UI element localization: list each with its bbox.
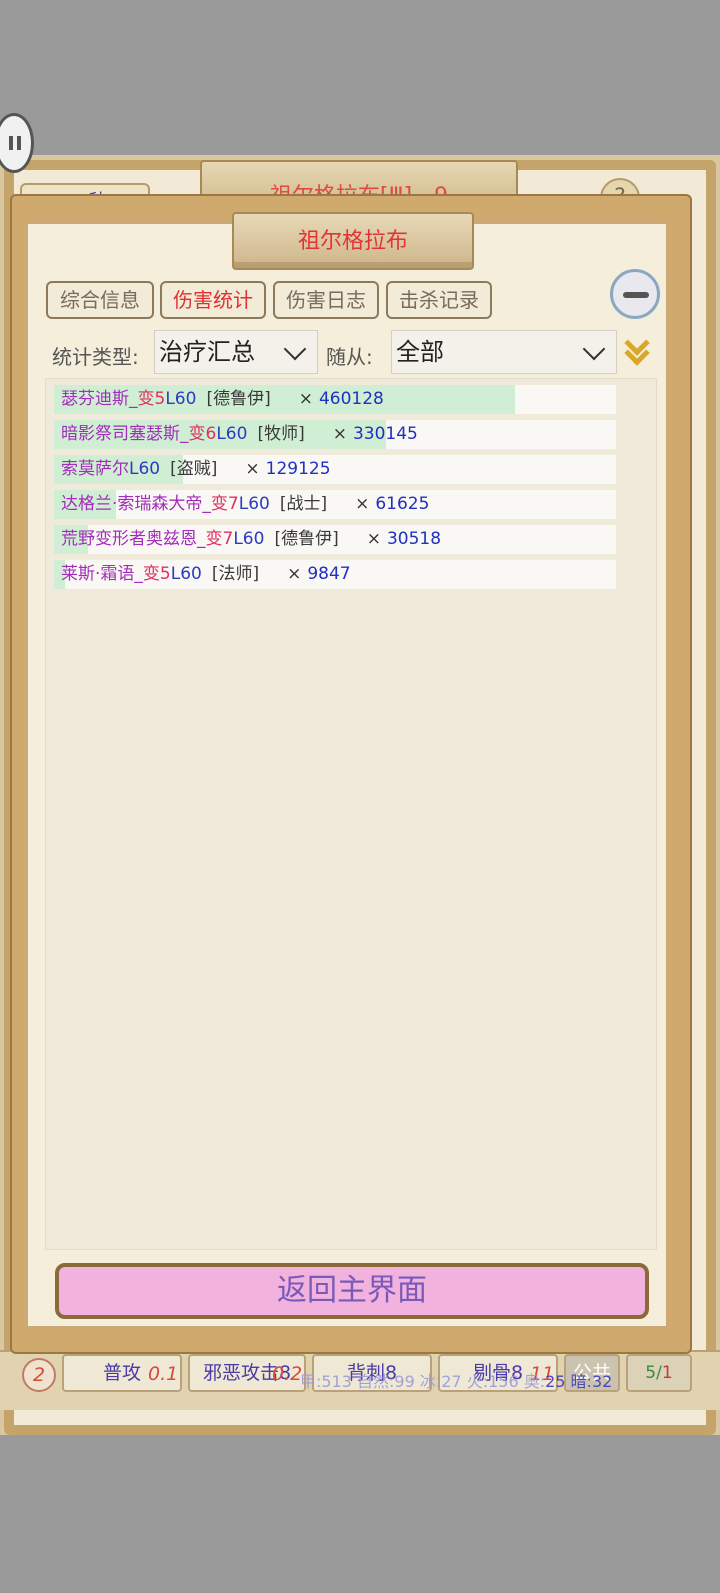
- stat-level: L60: [129, 459, 161, 479]
- stat-times-sign: ×: [287, 564, 302, 584]
- stat-name: 索莫萨尔: [61, 459, 129, 479]
- expand-double-chevron-icon[interactable]: [624, 330, 654, 370]
- stat-class: [德鲁伊]: [206, 389, 271, 409]
- share-icon[interactable]: [610, 269, 660, 319]
- stat-row: 达格兰·索瑞森大帝_变7L60 [战士] × 61625: [54, 490, 616, 519]
- stat-row: 瑟芬迪斯_变5L60 [德鲁伊] × 460128: [54, 385, 616, 414]
- follower-select[interactable]: 全部: [391, 330, 617, 374]
- stat-times-sign: ×: [332, 424, 347, 444]
- skill-cost-evil-strike: 0.2: [272, 1363, 303, 1385]
- element-stats-dark: 25 暗:32: [545, 1372, 613, 1391]
- stat-row-text: 瑟芬迪斯_变5L60 [德鲁伊] × 460128: [61, 385, 384, 414]
- stat-name: 暗影祭司塞瑟斯_: [61, 424, 189, 444]
- stat-class: [牧师]: [257, 424, 305, 444]
- return-main-button[interactable]: 返回主界面: [55, 1263, 649, 1319]
- stat-value: 330145: [352, 424, 418, 444]
- stat-name: 瑟芬迪斯_: [61, 389, 138, 409]
- stat-name: 荒野变形者奥兹恩_: [61, 529, 206, 549]
- stat-class: [法师]: [211, 564, 260, 584]
- stat-variant: 变7: [205, 529, 234, 549]
- stat-row-text: 索莫萨尔L60 [盗贼] × 129125: [61, 455, 331, 484]
- chevron-down-icon: [283, 337, 307, 361]
- energy-counter: 2: [22, 1358, 56, 1392]
- stat-value: 30518: [386, 529, 442, 549]
- stat-row-text: 暗影祭司塞瑟斯_变6L60 [牧师] × 330145: [61, 420, 418, 449]
- stat-level: L60: [165, 389, 197, 409]
- element-stats: 甲:513 自然:99 冰:27 火:156 奥:25 暗:32: [300, 1368, 612, 1392]
- stat-variant: 变6: [188, 424, 217, 444]
- chevron-down-icon: [582, 337, 606, 361]
- stat-value: 61625: [375, 494, 430, 514]
- stat-variant: 变7: [210, 494, 239, 514]
- stat-times-sign: ×: [366, 529, 381, 549]
- stat-times-sign: ×: [245, 459, 260, 479]
- stat-class: [战士]: [279, 494, 328, 514]
- follower-label: 随从:: [326, 345, 373, 369]
- page-indicator[interactable]: 5/1: [626, 1354, 692, 1392]
- follower-value: 全部: [396, 338, 444, 366]
- stat-level: L60: [170, 564, 202, 584]
- stat-level: L60: [216, 424, 248, 444]
- tab-kill-record[interactable]: 击杀记录: [386, 281, 492, 319]
- stat-row: 索莫萨尔L60 [盗贼] × 129125: [54, 455, 616, 484]
- stat-variant: 变5: [142, 564, 171, 584]
- stat-value: 9847: [307, 564, 351, 584]
- stat-row-text: 达格兰·索瑞森大帝_变7L60 [战士] × 61625: [61, 490, 429, 519]
- stat-times-sign: ×: [355, 494, 370, 514]
- element-stats-light: 甲:513 自然:99 冰:27 火:156 奥:: [300, 1372, 546, 1391]
- stat-row-text: 荒野变形者奥兹恩_变7L60 [德鲁伊] × 30518: [61, 525, 441, 554]
- stat-class: [盗贼]: [170, 459, 218, 479]
- page-total: 1: [661, 1363, 673, 1383]
- stat-value: 129125: [265, 459, 331, 479]
- stat-type-label: 统计类型:: [52, 345, 139, 369]
- modal-title-plate: 祖尔格拉布: [232, 212, 474, 270]
- stat-level: L60: [238, 494, 270, 514]
- tab-overview[interactable]: 综合信息: [46, 281, 154, 319]
- stat-row: 莱斯·霜语_变5L60 [法师] × 9847: [54, 560, 616, 589]
- stat-type-value: 治疗汇总: [159, 338, 255, 366]
- stat-variant: 变5: [137, 389, 166, 409]
- tab-damage-stats[interactable]: 伤害统计: [160, 281, 266, 319]
- skill-cost-attack: 0.1: [148, 1363, 179, 1385]
- stat-row-text: 莱斯·霜语_变5L60 [法师] × 9847: [61, 560, 351, 589]
- stat-name: 莱斯·霜语_: [61, 564, 143, 584]
- stat-value: 460128: [318, 389, 384, 409]
- pause-icon-bar: [17, 136, 21, 150]
- stat-row: 荒野变形者奥兹恩_变7L60 [德鲁伊] × 30518: [54, 525, 616, 554]
- stat-times-sign: ×: [298, 389, 313, 409]
- stat-type-select[interactable]: 治疗汇总: [154, 330, 318, 374]
- stat-row: 暗影祭司塞瑟斯_变6L60 [牧师] × 330145: [54, 420, 616, 449]
- stat-name: 达格兰·索瑞森大帝_: [61, 494, 211, 514]
- stat-class: [德鲁伊]: [274, 529, 339, 549]
- page-current: 5: [645, 1363, 657, 1383]
- modal-title: 祖尔格拉布: [297, 229, 408, 254]
- pause-icon: [9, 136, 13, 150]
- stat-level: L60: [233, 529, 265, 549]
- tab-damage-log[interactable]: 伤害日志: [273, 281, 379, 319]
